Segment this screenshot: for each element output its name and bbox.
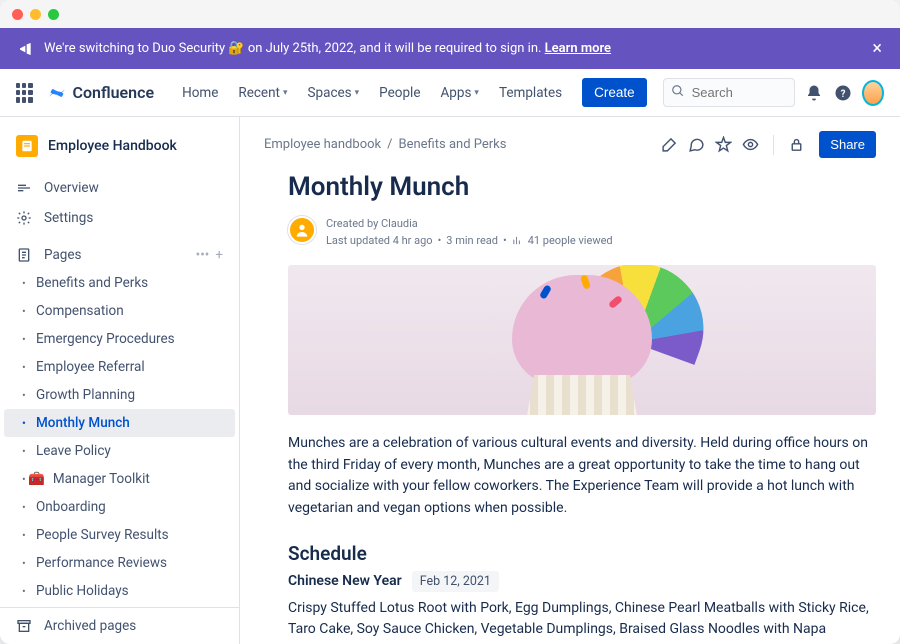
sidebar-overview[interactable]: Overview: [0, 173, 239, 203]
megaphone-icon: [18, 41, 34, 57]
create-button[interactable]: Create: [582, 78, 647, 107]
nav-home[interactable]: Home: [174, 79, 226, 107]
add-page-icon[interactable]: +: [215, 247, 223, 263]
banner-text: We're switching to Duo Security: [44, 41, 228, 56]
chevron-down-icon: ▾: [283, 88, 288, 98]
notifications-icon[interactable]: [803, 80, 824, 106]
sidebar-page-item[interactable]: Growth Planning: [4, 381, 235, 409]
sidebar-page-item[interactable]: People Survey Results: [4, 521, 235, 549]
created-by: Created by Claudia: [326, 216, 613, 233]
event-date: Feb 12, 2021: [412, 571, 499, 592]
event-name: Chinese New Year: [288, 573, 402, 589]
sidebar-page-item[interactable]: Compensation: [4, 297, 235, 325]
people-viewed: 41 people viewed: [528, 233, 613, 250]
close-banner-icon[interactable]: ×: [872, 38, 882, 59]
space-header[interactable]: Employee Handbook: [0, 117, 239, 169]
last-updated: Last updated 4 hr ago: [326, 233, 433, 250]
sidebar-page-item[interactable]: Benefits and Perks: [4, 269, 235, 297]
intro-paragraph: Munches are a celebration of various cul…: [288, 433, 876, 520]
mac-titlebar: [0, 0, 900, 28]
crumb-parent[interactable]: Employee handbook: [264, 137, 381, 152]
sidebar-page-item[interactable]: Employee Referral: [4, 353, 235, 381]
close-window-icon[interactable]: [12, 9, 23, 20]
maximize-window-icon[interactable]: [48, 9, 59, 20]
edit-icon[interactable]: [661, 136, 678, 153]
sidebar-page-item[interactable]: Performance Reviews: [4, 549, 235, 577]
sidebar-page-item[interactable]: Monthly Munch: [4, 409, 235, 437]
chevron-down-icon: ▾: [355, 88, 360, 98]
sidebar-archived[interactable]: Archived pages: [0, 607, 239, 644]
schedule-heading: Schedule: [288, 542, 876, 565]
profile-avatar[interactable]: [862, 80, 884, 106]
help-icon[interactable]: ?: [832, 80, 853, 106]
sidebar-page-item[interactable]: Leave Policy: [4, 437, 235, 465]
watch-icon[interactable]: [742, 136, 759, 153]
global-nav: Confluence Home Recent▾ Spaces▾ People A…: [0, 69, 900, 117]
nav-recent[interactable]: Recent▾: [230, 79, 295, 107]
sidebar-page-item[interactable]: 🧰 Manager Toolkit: [4, 465, 235, 493]
read-time: 3 min read: [446, 233, 498, 250]
nav-spaces[interactable]: Spaces▾: [300, 79, 368, 107]
nav-people[interactable]: People: [371, 79, 428, 107]
menu-text: Crispy Stuffed Lotus Root with Pork, Egg…: [288, 598, 876, 644]
space-icon: [16, 135, 38, 157]
sidebar-page-item[interactable]: Onboarding: [4, 493, 235, 521]
announcement-banner: We're switching to Duo Security 🔐 on Jul…: [0, 28, 900, 69]
hero-image: [288, 265, 876, 415]
restrictions-icon[interactable]: [788, 136, 805, 153]
minimize-window-icon[interactable]: [30, 9, 41, 20]
svg-text:?: ?: [841, 88, 846, 99]
space-sidebar: Employee Handbook Overview Settings Page…: [0, 117, 240, 644]
page-title: Monthly Munch: [288, 172, 876, 202]
banner-learn-more-link[interactable]: Learn more: [545, 41, 611, 56]
toolkit-icon: 🧰: [28, 471, 45, 487]
comment-icon[interactable]: [688, 136, 705, 153]
more-icon[interactable]: •••: [196, 247, 210, 263]
star-icon[interactable]: [715, 136, 732, 153]
crumb-current[interactable]: Benefits and Perks: [398, 137, 506, 152]
nav-templates[interactable]: Templates: [491, 79, 570, 107]
sidebar-pages-header[interactable]: Pages ••• +: [0, 237, 239, 269]
search-icon: [671, 84, 685, 102]
sidebar-settings[interactable]: Settings: [0, 203, 239, 233]
analytics-icon: [512, 235, 523, 246]
sidebar-page-item[interactable]: Public Holidays: [4, 577, 235, 605]
sidebar-page-item[interactable]: Emergency Procedures: [4, 325, 235, 353]
breadcrumb: Employee handbook / Benefits and Perks: [264, 137, 506, 152]
nav-apps[interactable]: Apps▾: [432, 79, 486, 107]
chevron-down-icon: ▾: [474, 88, 479, 98]
share-button[interactable]: Share: [819, 131, 876, 158]
author-avatar[interactable]: [288, 216, 316, 244]
app-switcher-icon[interactable]: [16, 83, 33, 103]
confluence-logo[interactable]: Confluence: [47, 83, 155, 103]
